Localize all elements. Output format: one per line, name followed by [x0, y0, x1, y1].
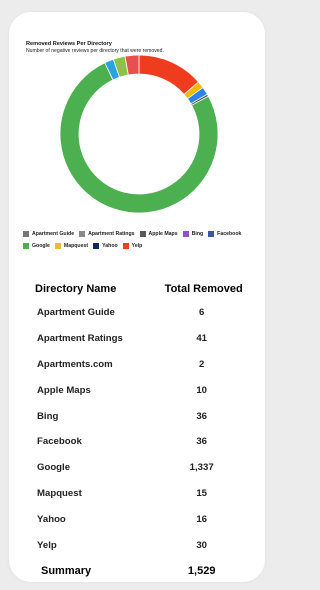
table-row: Google 1,337: [29, 455, 255, 481]
table-row: Apartments.com 2: [29, 352, 255, 378]
table-row: Bing 36: [29, 403, 255, 429]
table-row: Apartment Guide 6: [29, 300, 255, 326]
directory-name-cell: Yahoo: [37, 513, 66, 525]
total-removed-cell: 2: [199, 358, 205, 370]
legend-label: Bing: [191, 231, 204, 237]
legend-row: Apartment Guide Apartment Ratings Apple Ma…: [23, 228, 273, 240]
legend-label: Mapquest: [63, 243, 89, 249]
total-removed-cell: 30: [196, 539, 208, 551]
total-removed-cell: 36: [196, 410, 208, 422]
legend-label: Google: [32, 243, 50, 249]
directory-name-cell: Apartment Ratings: [37, 333, 123, 345]
removed-reviews-table: Directory Name Total Removed Apartment G…: [29, 278, 255, 584]
total-removed-cell: 10: [196, 384, 208, 396]
table-row: Yahoo 16: [29, 506, 255, 532]
legend-row: Google Mapquest Yahoo Yelp: [23, 240, 273, 252]
directory-name-cell: Facebook: [37, 436, 82, 448]
table-row: Yelp 30: [29, 532, 255, 558]
total-removed-cell: 1,337: [189, 462, 214, 474]
legend-label: Apple Maps: [148, 231, 178, 237]
legend-item-apartment-guide[interactable]: Apartment Guide: [23, 231, 74, 237]
total-removed-cell: 36: [196, 436, 208, 448]
legend-label: Yelp: [131, 243, 143, 249]
legend-item-apartment-ratings[interactable]: Apartment Ratings: [79, 231, 135, 237]
directory-name-cell: Mapquest: [37, 487, 82, 499]
directory-name-cell: Apartment Guide: [37, 307, 115, 319]
total-removed-cell: 15: [196, 487, 208, 499]
legend-swatch: [23, 231, 29, 237]
table-row: Facebook 36: [29, 429, 255, 455]
total-removed-cell: 16: [196, 513, 208, 525]
legend-swatch: [23, 243, 29, 249]
summary-total: 1,529: [187, 564, 216, 577]
legend-swatch: [139, 231, 146, 237]
total-removed-cell: 41: [196, 333, 208, 345]
table-row: Apartment Ratings 41: [29, 326, 255, 352]
legend-label: Yahoo: [102, 243, 118, 249]
legend-swatch: [122, 243, 129, 249]
legend-swatch: [79, 231, 86, 237]
directory-name-cell: Google: [37, 462, 71, 474]
summary-row: Summary 1,529: [29, 558, 255, 584]
directory-name-cell: Apple Maps: [37, 384, 91, 396]
legend-label: Apartment Guide: [32, 231, 75, 237]
donut-slice-yelp: [138, 54, 199, 96]
legend-item-mapquest[interactable]: Mapquest: [54, 243, 89, 249]
total-removed-cell: 6: [199, 307, 205, 319]
legend-item-google[interactable]: Google: [23, 243, 50, 249]
donut-chart: [59, 54, 219, 214]
table-row: Apple Maps 10: [29, 377, 255, 403]
table-header-row: Directory Name Total Removed: [29, 278, 255, 300]
legend-item-bing[interactable]: Bing: [182, 231, 204, 237]
legend-swatch: [54, 243, 61, 249]
directory-name-cell: Yelp: [37, 539, 57, 551]
table-row: Mapquest 15: [29, 481, 255, 507]
summary-label: Summary: [41, 564, 92, 577]
legend-label: Apartment Ratings: [88, 231, 135, 237]
legend-swatch: [182, 231, 189, 237]
legend-item-apple-maps[interactable]: Apple Maps: [139, 231, 178, 237]
legend-item-yahoo[interactable]: Yahoo: [93, 243, 118, 249]
header-directory-name: Directory Name: [35, 283, 117, 295]
legend-swatch: [93, 243, 100, 249]
directory-name-cell: Apartments.com: [37, 358, 113, 370]
directory-name-cell: Bing: [37, 410, 59, 422]
header-total-removed: Total Removed: [164, 283, 243, 295]
chart-legend: Apartment Guide Apartment Ratings Apple Ma…: [23, 228, 273, 252]
legend-item-yelp[interactable]: Yelp: [122, 243, 143, 249]
legend-label: Facebook: [217, 231, 242, 237]
legend-swatch: [208, 231, 215, 237]
legend-item-facebook[interactable]: Facebook: [208, 231, 241, 237]
